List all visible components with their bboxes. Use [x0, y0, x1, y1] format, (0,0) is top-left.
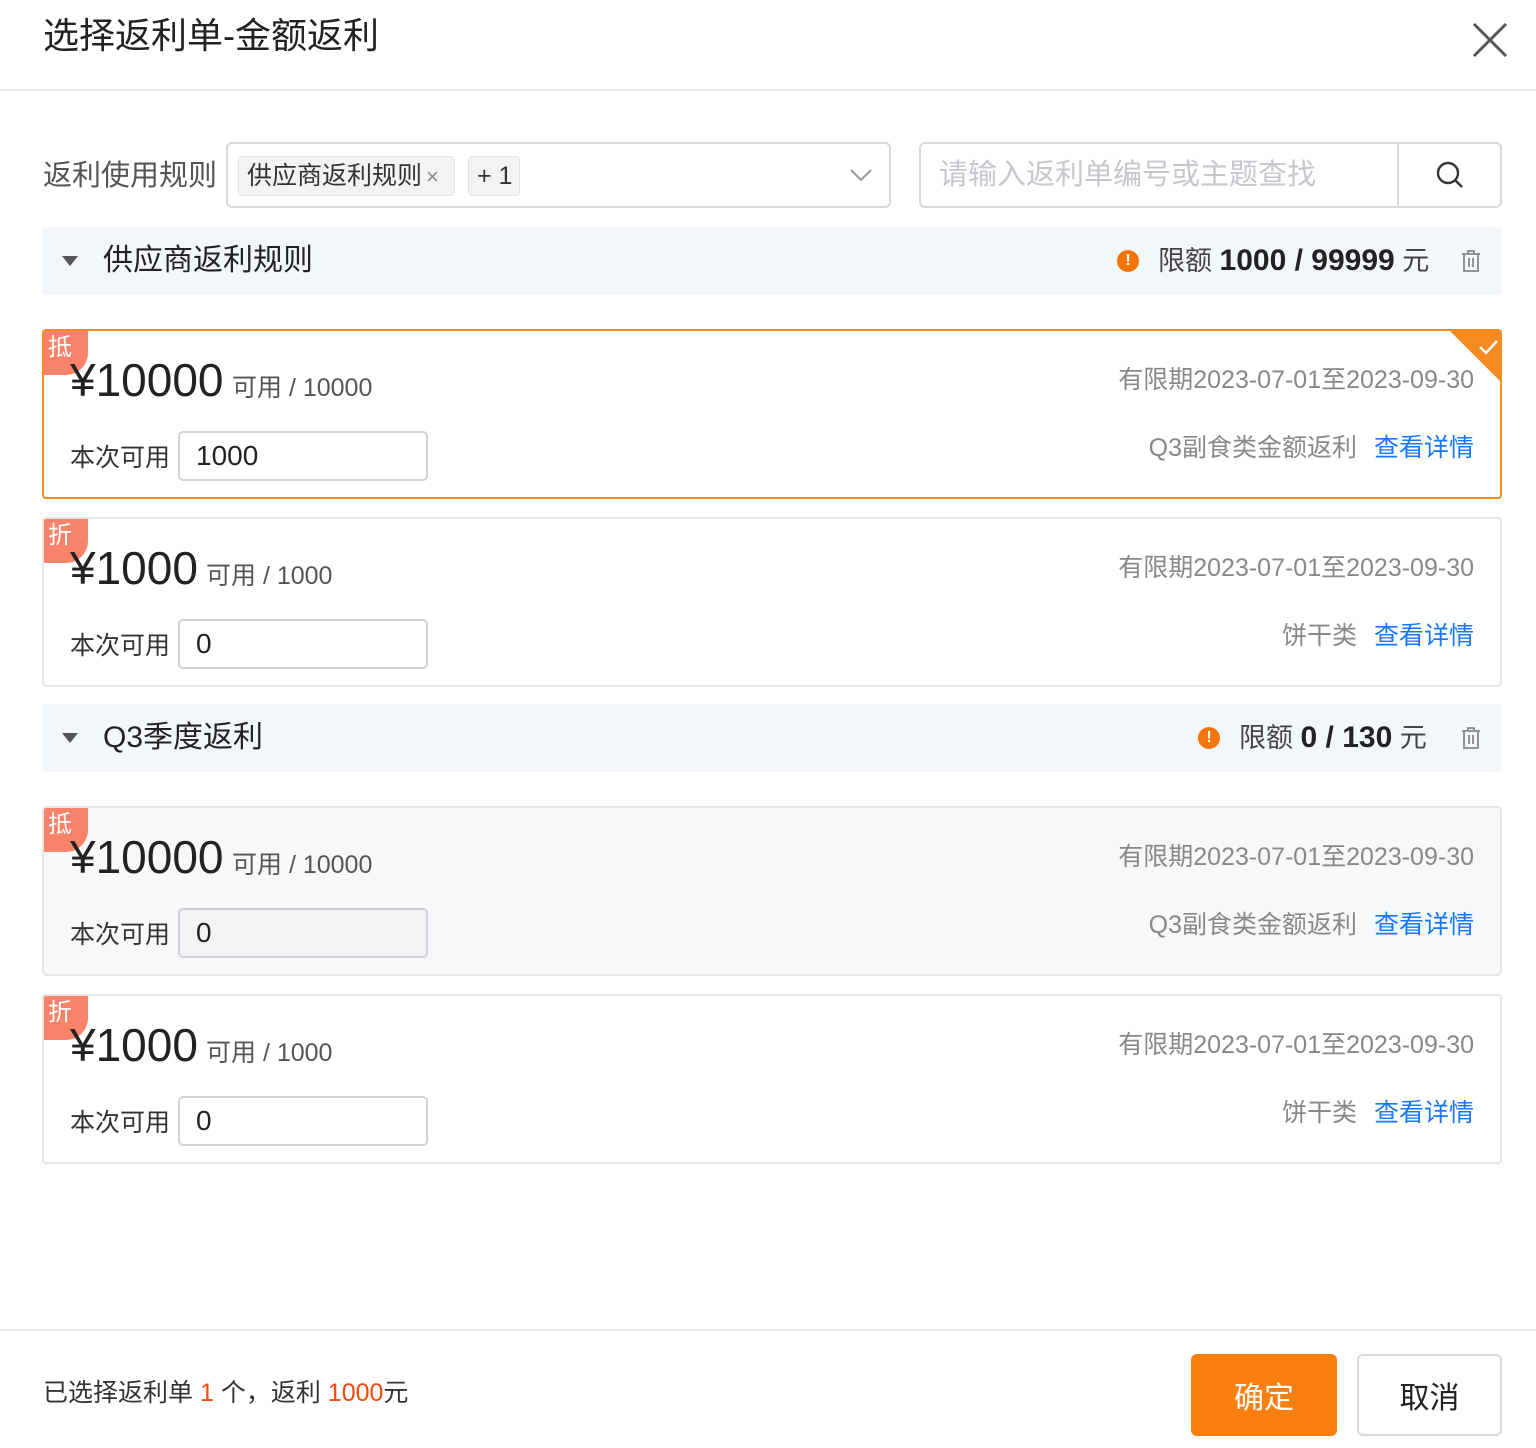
selected-count: 1: [199, 1379, 214, 1407]
summary-suffix: 元: [383, 1379, 409, 1407]
view-detail-link[interactable]: 查看详情: [1374, 619, 1474, 653]
rule-group-header[interactable]: Q3季度返利 ! 限额 0 / 130 元: [42, 704, 1502, 772]
dialog-footer: 已选择返利单 1 个，返利 1000元 确定 取消: [0, 1329, 1536, 1448]
quota-info: 限额 1000 / 99999 元: [1158, 241, 1429, 281]
view-detail-link[interactable]: 查看详情: [1374, 908, 1474, 942]
caret-down-icon[interactable]: [61, 255, 79, 267]
trash-icon[interactable]: [1460, 249, 1482, 273]
rebate-amount: ¥1000: [70, 1019, 198, 1071]
validity-period: 有限期2023-07-01至2023-09-30: [1118, 843, 1474, 871]
rebate-available: 可用 / 1000: [206, 1039, 333, 1067]
tag-remove-icon[interactable]: ×: [426, 158, 439, 196]
quota-label: 限额: [1239, 723, 1293, 753]
rebate-total: 1000: [327, 1379, 384, 1407]
warning-icon: !: [1117, 250, 1139, 272]
group-title: 供应商返利规则: [103, 244, 313, 277]
rule-tag: 供应商返利规则 ×: [238, 156, 455, 196]
rebate-card[interactable]: 抵 ¥10000 可用 / 10000 有限期2023-07-01至2023-0…: [42, 329, 1502, 499]
rebate-category: Q3副食类金额返利: [1148, 434, 1357, 462]
chevron-down-icon: [850, 169, 872, 182]
rule-tag-label: 供应商返利规则: [247, 162, 423, 190]
rebate-amount: ¥10000: [70, 354, 224, 406]
rebate-card[interactable]: 折 ¥1000 可用 / 1000 有限期2023-07-01至2023-09-…: [42, 994, 1502, 1164]
use-amount-label: 本次可用: [70, 444, 171, 472]
view-detail-link[interactable]: 查看详情: [1374, 431, 1474, 465]
rebate-amount: ¥10000: [70, 831, 224, 883]
close-icon[interactable]: [1468, 18, 1512, 62]
rebate-category: 饼干类: [1281, 622, 1357, 650]
rebate-card[interactable]: 折 ¥1000 可用 / 1000 有限期2023-07-01至2023-09-…: [42, 517, 1502, 687]
validity-period: 有限期2023-07-01至2023-09-30: [1118, 554, 1474, 582]
summary-prefix: 已选择返利单: [43, 1379, 194, 1407]
use-amount-input[interactable]: [178, 431, 428, 481]
quota-label: 限额: [1158, 246, 1212, 276]
use-amount-label: 本次可用: [70, 921, 171, 949]
search-input[interactable]: [921, 144, 1397, 206]
rebate-category: Q3副食类金额返利: [1148, 911, 1357, 939]
quota-value: 1000 / 99999: [1219, 244, 1395, 277]
confirm-button[interactable]: 确定: [1191, 1354, 1337, 1436]
dialog-title: 选择返利单-金额返利: [43, 15, 379, 56]
rebate-category: 饼干类: [1281, 1099, 1357, 1127]
rule-group-header[interactable]: 供应商返利规则 ! 限额 1000 / 99999 元: [42, 227, 1502, 295]
validity-period: 有限期2023-07-01至2023-09-30: [1118, 1031, 1474, 1059]
use-amount-input[interactable]: [178, 1096, 428, 1146]
selection-summary: 已选择返利单 1 个，返利 1000元: [43, 1376, 408, 1410]
group-title: Q3季度返利: [103, 721, 264, 754]
quota-info: 限额 0 / 130 元: [1239, 718, 1427, 758]
rebate-amount: ¥1000: [70, 542, 198, 594]
validity-period: 有限期2023-07-01至2023-09-30: [1118, 366, 1474, 394]
rule-filter-label: 返利使用规则: [43, 160, 218, 192]
quota-unit: 元: [1402, 246, 1430, 276]
use-amount-input: [178, 908, 428, 958]
trash-icon[interactable]: [1460, 726, 1482, 750]
rule-select[interactable]: 供应商返利规则 × + 1: [226, 142, 891, 208]
search-button[interactable]: [1397, 144, 1500, 206]
use-amount-input[interactable]: [178, 619, 428, 669]
summary-mid: 个，返利: [220, 1379, 321, 1407]
rebate-card: 抵 ¥10000 可用 / 10000 有限期2023-07-01至2023-0…: [42, 806, 1502, 976]
use-amount-label: 本次可用: [70, 632, 171, 660]
cancel-button[interactable]: 取消: [1357, 1354, 1502, 1436]
warning-icon: !: [1198, 727, 1220, 749]
use-amount-label: 本次可用: [70, 1109, 171, 1137]
dialog-header: 选择返利单-金额返利: [0, 0, 1536, 91]
rebate-available: 可用 / 10000: [232, 851, 373, 879]
more-tags-count[interactable]: + 1: [468, 156, 520, 196]
selected-check-icon: [1450, 331, 1500, 381]
view-detail-link[interactable]: 查看详情: [1374, 1096, 1474, 1130]
search-icon: [1436, 161, 1463, 188]
search-box: [919, 142, 1502, 208]
quota-unit: 元: [1399, 723, 1427, 753]
rebate-available: 可用 / 1000: [206, 562, 333, 590]
rebate-available: 可用 / 10000: [232, 374, 373, 402]
caret-down-icon[interactable]: [61, 732, 79, 744]
quota-value: 0 / 130: [1300, 721, 1393, 754]
